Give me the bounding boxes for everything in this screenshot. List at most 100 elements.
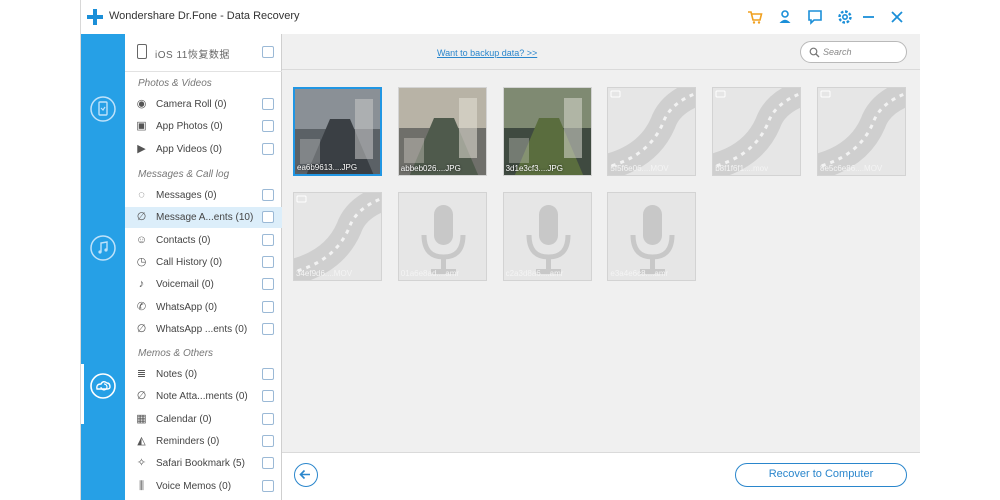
category-item-label: Call History (0) bbox=[156, 256, 223, 268]
search-icon bbox=[809, 47, 820, 58]
category-item[interactable]: ▦ Calendar (0) bbox=[125, 409, 282, 430]
footer-bar: Recover to Computer bbox=[282, 452, 920, 500]
category-item-label: Voicemail (0) bbox=[156, 279, 214, 291]
camera-icon: ◉ bbox=[136, 98, 147, 110]
category-checkbox[interactable] bbox=[262, 98, 274, 110]
category-item-label: Note Atta...ments (0) bbox=[156, 391, 248, 403]
category-checkbox[interactable] bbox=[262, 322, 274, 335]
category-item-label: Reminders (0) bbox=[156, 435, 220, 447]
cart-icon[interactable] bbox=[745, 7, 765, 27]
category-checkbox[interactable] bbox=[262, 412, 274, 425]
phone-icon bbox=[137, 44, 147, 59]
video-file-thumbnail[interactable]: b8f1f6f1....mov bbox=[712, 87, 802, 176]
photo-thumbnail-image bbox=[398, 88, 486, 175]
category-checkbox[interactable] bbox=[262, 457, 274, 470]
category-item-label: WhatsApp ...ents (0) bbox=[156, 323, 248, 335]
photo-thumbnail-image bbox=[503, 88, 591, 175]
icloud-mode-icon[interactable] bbox=[88, 371, 118, 401]
close-icon[interactable] bbox=[887, 7, 907, 27]
main-content: Want to backup data? >> ea6b9613....JPG a… bbox=[282, 34, 920, 500]
feedback-icon[interactable] bbox=[805, 7, 825, 27]
photo-file-thumbnail[interactable]: ea6b9613....JPG bbox=[293, 87, 382, 176]
calendar-icon: ▦ bbox=[136, 412, 147, 425]
category-item-label: Messages (0) bbox=[156, 190, 217, 201]
category-item[interactable]: ◌ Messages (0) bbox=[125, 185, 282, 206]
category-item[interactable]: ◭ Reminders (0) bbox=[125, 431, 282, 452]
category-item-label: Safari Bookmark (5) bbox=[156, 458, 245, 470]
category-checkbox[interactable] bbox=[262, 189, 274, 201]
category-checkbox[interactable] bbox=[262, 255, 274, 268]
microphone-icon bbox=[503, 193, 591, 280]
paperclip-icon: ∅ bbox=[136, 390, 147, 403]
category-panel: iOS 11恢复数据 Photos & Videos ◉ Camera Roll … bbox=[125, 34, 282, 500]
category-item[interactable]: ◷ Call History (0) bbox=[125, 252, 282, 273]
user-icon[interactable] bbox=[775, 7, 795, 27]
category-item[interactable]: ♪ Voicemail (0) bbox=[125, 274, 282, 295]
app-title: Wondershare Dr.Fone - Data Recovery bbox=[109, 10, 300, 22]
active-mode-indicator bbox=[81, 364, 84, 424]
category-checkbox[interactable] bbox=[262, 390, 274, 403]
recover-to-computer-button[interactable]: Recover to Computer bbox=[735, 463, 907, 487]
chat-icon: ◌ bbox=[138, 189, 145, 201]
category-item-label: Message A...ents (10) bbox=[156, 212, 254, 224]
device-row[interactable]: iOS 11恢复数据 bbox=[125, 34, 282, 72]
device-mode-icon[interactable] bbox=[88, 94, 118, 124]
category-item[interactable]: ✆ WhatsApp (0) bbox=[125, 297, 282, 318]
paperclip-icon: ∅ bbox=[136, 322, 147, 335]
category-checkbox[interactable] bbox=[262, 211, 274, 224]
section-photos-videos: Photos & Videos bbox=[138, 78, 212, 89]
itunes-mode-icon[interactable] bbox=[88, 233, 118, 263]
mode-rail bbox=[81, 34, 125, 500]
video-film-icon bbox=[294, 193, 381, 280]
paperclip-icon: ∅ bbox=[136, 211, 147, 224]
photo-file-thumbnail[interactable]: abbeb026....JPG bbox=[397, 87, 487, 176]
gear-icon[interactable] bbox=[835, 7, 855, 27]
audio-file-thumbnail[interactable]: c2a3d8a6....amr bbox=[502, 192, 592, 281]
video-file-thumbnail[interactable]: 8e5c6e86....MOV bbox=[817, 87, 906, 176]
compass-icon: ✧ bbox=[136, 457, 147, 470]
video-file-thumbnail[interactable]: 5f5f6e06....MOV bbox=[607, 87, 697, 176]
minimize-icon[interactable] bbox=[859, 7, 879, 27]
voicemail-icon: ♪ bbox=[138, 278, 145, 291]
file-name: b8f1f6f1....mov bbox=[715, 164, 769, 173]
photo-file-thumbnail[interactable]: 3d1e3cf3....JPG bbox=[502, 87, 592, 176]
device-name: iOS 11恢复数据 bbox=[155, 50, 230, 61]
audio-file-thumbnail[interactable]: 01a6e8ad....amr bbox=[397, 192, 487, 281]
category-checkbox[interactable] bbox=[262, 233, 274, 246]
category-item[interactable]: ✧ Safari Bookmark (5) bbox=[125, 453, 282, 474]
category-item[interactable]: ∅ Message A...ents (10) bbox=[125, 207, 282, 229]
category-checkbox[interactable] bbox=[262, 434, 274, 447]
category-item[interactable]: ▶ App Videos (0) bbox=[125, 139, 282, 160]
search-box[interactable] bbox=[800, 41, 907, 63]
microphone-icon bbox=[398, 193, 486, 280]
search-input[interactable] bbox=[823, 45, 903, 59]
category-item[interactable]: ∅ Note Atta...ments (0) bbox=[125, 386, 282, 407]
select-all-checkbox[interactable] bbox=[262, 46, 274, 58]
category-checkbox[interactable] bbox=[262, 120, 274, 133]
category-item[interactable]: ◉ Camera Roll (0) bbox=[125, 94, 282, 115]
category-item[interactable]: ∅ WhatsApp ...ents (0) bbox=[125, 319, 282, 340]
category-item[interactable]: ☺ Contacts (0) bbox=[125, 230, 282, 251]
category-checkbox[interactable] bbox=[262, 142, 274, 155]
category-item[interactable]: ≣ Notes (0) bbox=[125, 364, 282, 385]
category-item[interactable]: ⫼ Voice Memos (0) bbox=[125, 476, 282, 497]
video-file-thumbnail[interactable]: 34ef9d6....MOV bbox=[293, 192, 382, 281]
drfone-logo-icon bbox=[87, 9, 103, 25]
category-checkbox[interactable] bbox=[262, 300, 274, 313]
audio-file-thumbnail[interactable]: e3a4e6c8....amr bbox=[607, 192, 697, 281]
contact-icon: ☺ bbox=[135, 233, 148, 246]
category-checkbox[interactable] bbox=[262, 278, 274, 291]
category-checkbox[interactable] bbox=[262, 479, 274, 492]
category-item[interactable]: ▣ App Photos (0) bbox=[125, 116, 282, 137]
back-button[interactable] bbox=[294, 463, 318, 487]
category-item-label: App Videos (0) bbox=[156, 143, 222, 155]
image-icon: ▣ bbox=[136, 120, 147, 133]
section-messages-call-log: Messages & Call log bbox=[138, 169, 230, 180]
video-icon: ▶ bbox=[137, 142, 146, 155]
section-memos-others: Memos & Others bbox=[138, 348, 214, 359]
file-name: ea6b9613....JPG bbox=[297, 163, 358, 172]
backup-data-link[interactable]: Want to backup data? >> bbox=[437, 48, 537, 58]
file-name: 3d1e3cf3....JPG bbox=[505, 164, 563, 173]
category-checkbox[interactable] bbox=[262, 368, 274, 380]
file-name: c2a3d8a6....amr bbox=[505, 269, 564, 278]
